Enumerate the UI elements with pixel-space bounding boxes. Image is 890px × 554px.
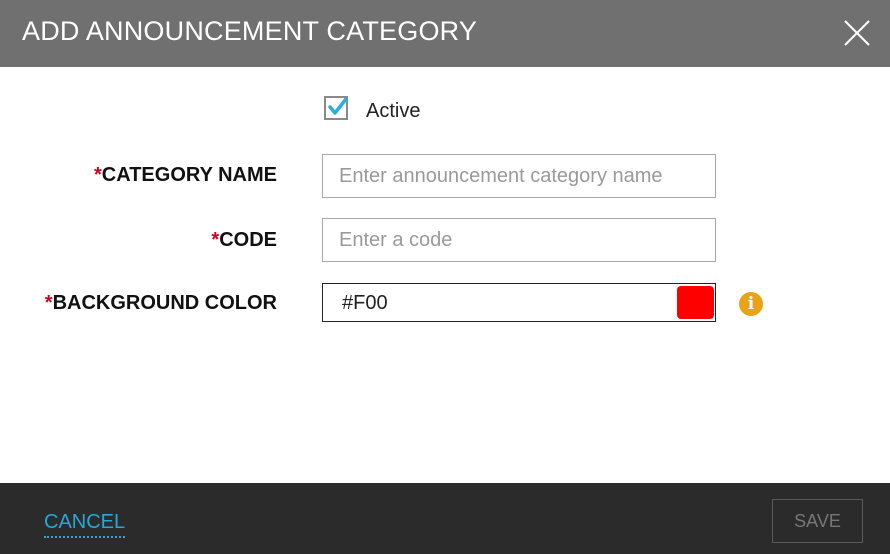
category-name-input[interactable] xyxy=(322,154,716,198)
cancel-button[interactable]: CANCEL xyxy=(44,511,126,538)
active-label: Active xyxy=(366,100,421,122)
category-name-label: *CATEGORY NAME xyxy=(94,164,277,186)
background-color-value: #F00 xyxy=(342,292,388,314)
close-button[interactable] xyxy=(842,18,872,48)
code-input[interactable] xyxy=(322,218,716,262)
info-icon[interactable]: i xyxy=(739,292,763,316)
required-marker: * xyxy=(44,292,53,314)
active-checkbox[interactable] xyxy=(324,96,348,120)
code-label: *CODE xyxy=(211,229,277,251)
dialog-header: ADD ANNOUNCEMENT CATEGORY xyxy=(0,0,890,67)
dialog-title: ADD ANNOUNCEMENT CATEGORY xyxy=(22,16,478,46)
save-button[interactable]: SAVE xyxy=(772,499,863,543)
color-swatch[interactable] xyxy=(677,286,714,319)
checkmark-icon xyxy=(328,97,348,115)
dialog-footer: CANCEL SAVE xyxy=(0,483,890,554)
close-icon xyxy=(844,20,870,46)
add-announcement-category-dialog: ADD ANNOUNCEMENT CATEGORY Active *CATEGO… xyxy=(0,0,890,554)
background-color-input[interactable]: #F00 xyxy=(322,283,716,322)
background-color-label: *BACKGROUND COLOR xyxy=(44,292,277,314)
required-marker: * xyxy=(94,164,102,186)
